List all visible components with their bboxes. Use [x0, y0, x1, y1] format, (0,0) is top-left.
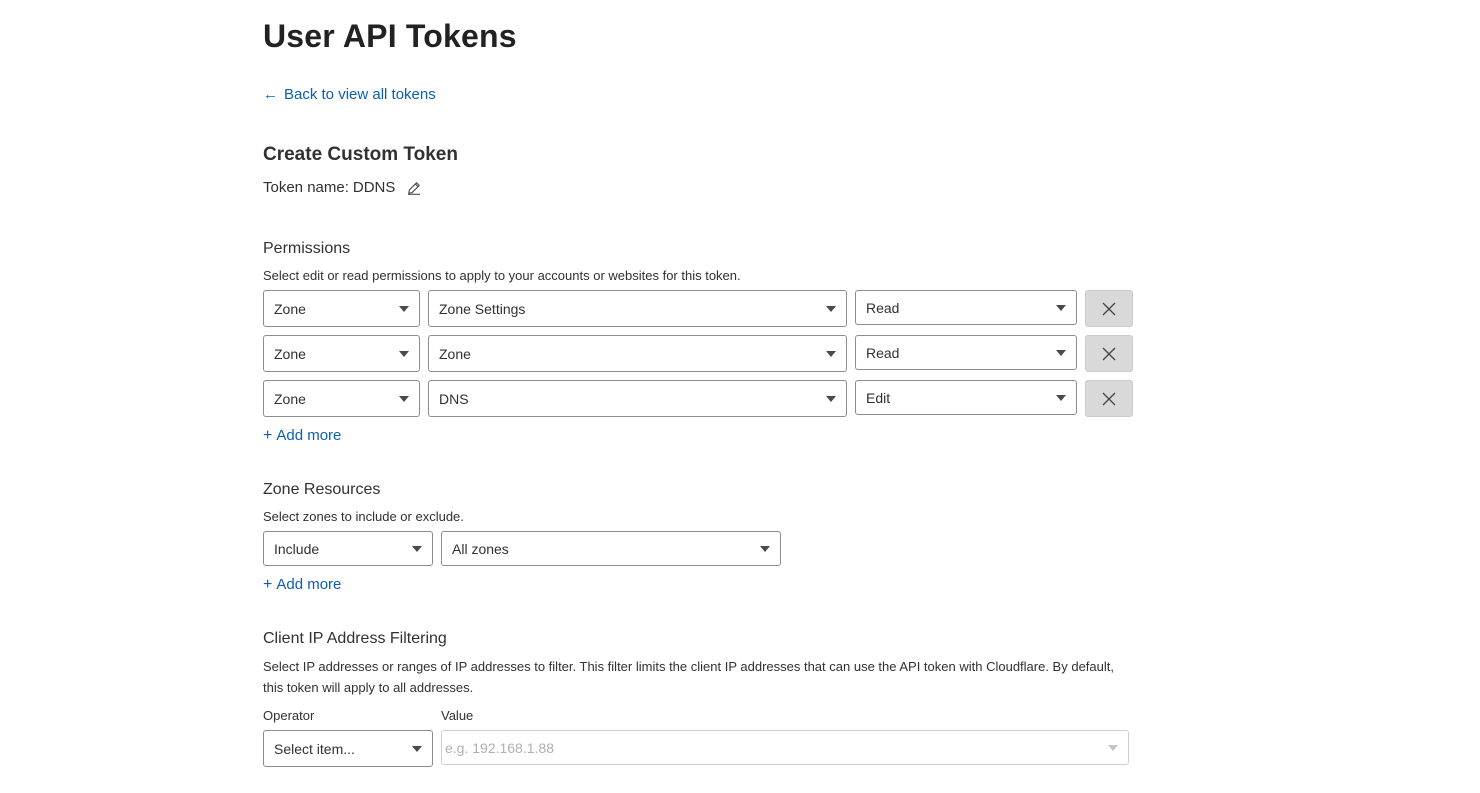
permission-scope-select[interactable]: Zone [263, 380, 420, 417]
chevron-down-icon [826, 395, 836, 402]
operator-label: Operator [263, 708, 315, 723]
chevron-down-icon [1108, 744, 1118, 751]
close-icon [1102, 302, 1116, 315]
add-permission-button[interactable]: + Add more [263, 427, 341, 444]
select-value: Edit [866, 389, 891, 406]
value-label: Value [441, 708, 474, 723]
token-name-row: Token name: DDNS [263, 179, 421, 196]
remove-permission-button[interactable] [1085, 380, 1133, 417]
operator-select[interactable]: Select item... [263, 730, 433, 767]
select-value: All zones [452, 540, 509, 557]
page-title: User API Tokens [263, 18, 517, 54]
select-value: Include [274, 540, 320, 557]
add-more-label: Add more [276, 576, 342, 593]
section-title: Create Custom Token [263, 144, 458, 165]
arrow-left-icon: ← [263, 86, 278, 103]
permission-access-select[interactable]: Read [855, 290, 1077, 325]
plus-icon: + [263, 575, 273, 593]
chevron-down-icon [399, 395, 409, 402]
ip-filtering-description: Select IP addresses or ranges of IP addr… [263, 659, 1114, 695]
select-value: Zone [274, 390, 306, 407]
chevron-down-icon [399, 350, 409, 357]
back-to-tokens-link[interactable]: ← Back to view all tokens [263, 86, 436, 103]
token-name-value: DDNS [352, 179, 396, 196]
select-value: Zone Settings [439, 300, 526, 317]
select-value: Zone [274, 345, 306, 362]
chevron-down-icon [1056, 349, 1066, 356]
back-link-label: Back to view all tokens [284, 86, 436, 103]
token-name-label: Token name: [263, 179, 349, 196]
chevron-down-icon [412, 545, 422, 552]
chevron-down-icon [1056, 304, 1066, 311]
remove-permission-button[interactable] [1085, 290, 1133, 327]
add-zone-resource-button[interactable]: + Add more [263, 576, 341, 593]
permission-resource-select[interactable]: DNS [428, 380, 847, 417]
ip-value-placeholder: e.g. 192.168.1.88 [445, 739, 554, 756]
permission-access-select[interactable]: Read [855, 335, 1077, 370]
permission-access-select[interactable]: Edit [855, 380, 1077, 415]
permissions-heading: Permissions [263, 240, 351, 257]
select-value: Read [866, 344, 900, 361]
chevron-down-icon [1056, 394, 1066, 401]
permission-resource-select[interactable]: Zone Settings [428, 290, 847, 327]
zone-target-select[interactable]: All zones [441, 531, 781, 566]
ip-value-select[interactable]: e.g. 192.168.1.88 [441, 730, 1129, 765]
chevron-down-icon [399, 305, 409, 312]
close-icon [1102, 347, 1116, 360]
permission-resource-select[interactable]: Zone [428, 335, 847, 372]
chevron-down-icon [760, 545, 770, 552]
select-value: DNS [439, 390, 469, 407]
remove-permission-button[interactable] [1085, 335, 1133, 372]
chevron-down-icon [826, 350, 836, 357]
add-more-label: Add more [276, 427, 342, 444]
select-value: Select item... [274, 740, 355, 757]
plus-icon: + [263, 426, 273, 444]
zone-include-select[interactable]: Include [263, 531, 433, 566]
close-icon [1102, 392, 1116, 405]
zone-resources-description: Select zones to include or exclude. [263, 509, 464, 524]
permission-scope-select[interactable]: Zone [263, 335, 420, 372]
ip-filtering-heading: Client IP Address Filtering [263, 630, 447, 647]
permission-scope-select[interactable]: Zone [263, 290, 420, 327]
select-value: Read [866, 299, 900, 316]
permissions-description: Select edit or read permissions to apply… [263, 268, 741, 283]
pencil-icon[interactable] [407, 181, 421, 195]
chevron-down-icon [412, 745, 422, 752]
select-value: Zone [439, 345, 471, 362]
zone-resources-heading: Zone Resources [263, 481, 381, 498]
select-value: Zone [274, 300, 306, 317]
chevron-down-icon [826, 305, 836, 312]
